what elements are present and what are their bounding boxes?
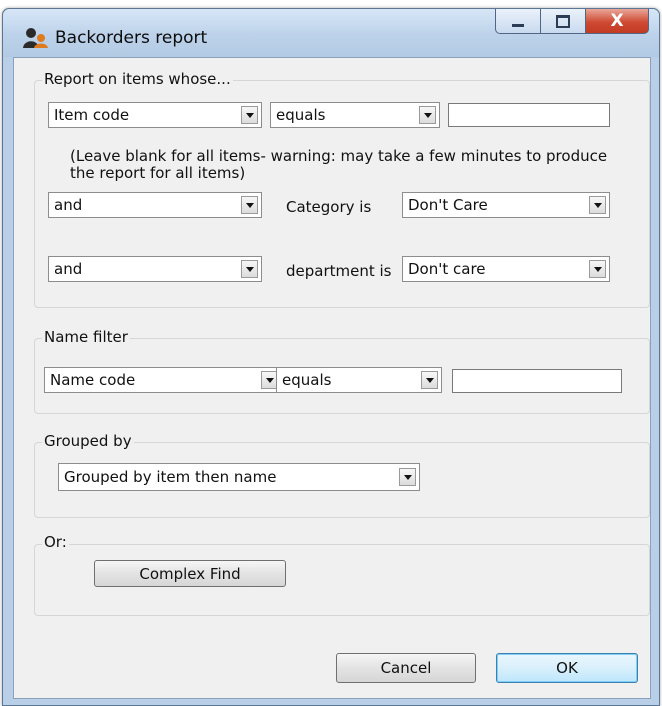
name-operator-select[interactable]: equals: [276, 367, 442, 393]
minimize-button[interactable]: [495, 9, 541, 34]
person-app-icon: [23, 28, 48, 48]
category-conjunction-select[interactable]: and: [48, 192, 262, 218]
department-select[interactable]: Don't care: [402, 256, 610, 282]
grouped-by-label: Grouped by: [42, 432, 134, 450]
ok-button[interactable]: OK: [496, 653, 638, 683]
complex-find-button[interactable]: Complex Find: [94, 560, 286, 587]
report-on-items-label: Report on items whose...: [42, 70, 233, 88]
chevron-down-icon[interactable]: [241, 196, 258, 214]
department-conjunction-select[interactable]: and: [48, 256, 262, 282]
cancel-button[interactable]: Cancel: [336, 653, 476, 683]
department-is-label: department is: [286, 262, 392, 280]
item-field-select[interactable]: Item code: [48, 102, 262, 128]
chevron-down-icon[interactable]: [421, 371, 438, 389]
minimize-icon: [512, 23, 524, 27]
category-is-label: Category is: [286, 198, 372, 216]
close-icon: X: [610, 11, 624, 31]
chevron-down-icon[interactable]: [419, 106, 436, 124]
chevron-down-icon[interactable]: [241, 260, 258, 278]
leave-blank-note: (Leave blank for all items- warning: may…: [70, 147, 608, 182]
title-bar[interactable]: Backorders report X: [3, 9, 659, 57]
chevron-down-icon[interactable]: [399, 468, 416, 486]
or-label: Or:: [42, 533, 69, 551]
category-select[interactable]: Don't Care: [402, 192, 610, 218]
item-operator-select[interactable]: equals: [270, 102, 440, 128]
chevron-down-icon[interactable]: [589, 260, 606, 278]
maximize-button[interactable]: [540, 9, 586, 34]
item-code-input[interactable]: [448, 103, 610, 127]
name-field-select[interactable]: Name code: [44, 367, 282, 393]
close-button[interactable]: X: [585, 9, 649, 34]
grouped-by-select[interactable]: Grouped by item then name: [58, 463, 420, 491]
name-code-input[interactable]: [452, 369, 622, 393]
window-title: Backorders report: [55, 28, 208, 48]
dialog-body: Report on items whose... Item code equal…: [13, 57, 651, 699]
chevron-down-icon[interactable]: [589, 196, 606, 214]
maximize-icon: [556, 14, 570, 28]
backorders-report-window: Backorders report X Report on items whos…: [2, 8, 660, 706]
chevron-down-icon[interactable]: [241, 106, 258, 124]
name-filter-label: Name filter: [42, 328, 130, 346]
